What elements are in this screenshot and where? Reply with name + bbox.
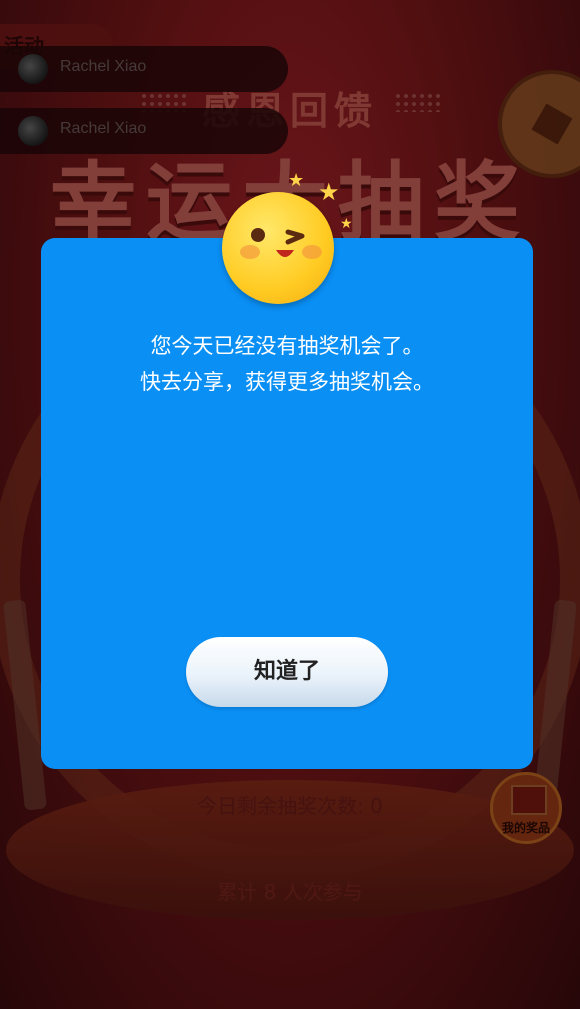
star-icon: ★ bbox=[340, 216, 353, 232]
star-icon: ★ bbox=[318, 178, 340, 206]
wink-face-svg bbox=[240, 228, 322, 259]
wink-emoji-icon bbox=[222, 192, 334, 304]
dialog-message-line1: 您今天已经没有抽奖机会了。 bbox=[150, 334, 424, 358]
ok-button[interactable]: 知道了 bbox=[186, 637, 388, 707]
dialog-message-line2: 快去分享，获得更多抽奖机会。 bbox=[140, 370, 434, 394]
star-icon: ★ bbox=[288, 170, 305, 191]
no-chances-dialog: 您今天已经没有抽奖机会了。 快去分享，获得更多抽奖机会。 知道了 bbox=[41, 238, 533, 769]
